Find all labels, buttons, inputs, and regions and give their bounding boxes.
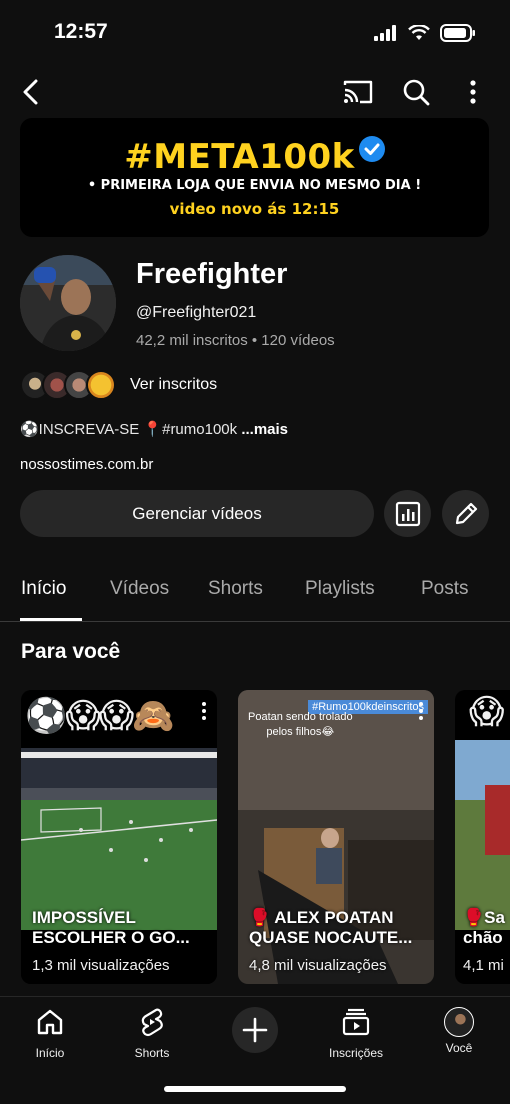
nav-home-label: Início: [35, 1046, 65, 1060]
manage-videos-button[interactable]: Gerenciar vídeos: [20, 490, 374, 537]
nav-you-label: Você: [445, 1041, 473, 1055]
card-menu-button[interactable]: [418, 702, 424, 722]
signal-icon: [374, 25, 396, 41]
nav-shorts[interactable]: Shorts: [107, 1007, 197, 1060]
card-views: 4,8 mil visualizações: [249, 957, 387, 974]
active-tab-indicator: [20, 618, 82, 621]
video-count: 120 vídeos: [261, 332, 335, 349]
banner-line3: video novo ás 12:15: [169, 200, 340, 218]
avatar-icon: [444, 1007, 474, 1037]
tab-videos[interactable]: Vídeos: [110, 578, 169, 600]
search-button[interactable]: [396, 72, 436, 112]
banner-title: #META100k: [20, 136, 489, 177]
channel-name: Freefighter: [136, 258, 288, 290]
see-subscribers-row[interactable]: Ver inscritos: [20, 368, 217, 402]
card-title: 🥊 ALEX POATAN QUASE NOCAUTE...: [249, 908, 413, 947]
home-icon: [37, 1009, 63, 1035]
back-arrow-icon: [23, 79, 38, 105]
app-header: [0, 64, 510, 118]
nav-subscriptions-label: Inscrições: [328, 1046, 384, 1060]
card-views: 1,3 mil visualizações: [32, 957, 170, 974]
tab-posts[interactable]: Posts: [421, 578, 469, 600]
home-indicator: [164, 1086, 346, 1092]
subscriptions-icon: [342, 1008, 370, 1036]
pencil-icon: [455, 502, 477, 524]
channel-stats: 42,2 mil inscritos • 120 vídeos: [136, 332, 335, 349]
channel-handle: @Freefighter021: [136, 304, 257, 321]
card-emoji: 😱: [469, 693, 505, 731]
short-card[interactable]: 😱 🥊Sa chão 4,1 mi: [455, 690, 510, 984]
search-icon: [403, 79, 430, 106]
section-title: Para você: [21, 640, 121, 663]
nav-you[interactable]: Você: [414, 1007, 504, 1055]
more-vertical-icon: [470, 80, 476, 104]
more-link[interactable]: ...mais: [241, 421, 288, 438]
cast-icon: [343, 80, 373, 104]
banner-title-text: #META100k: [124, 137, 355, 177]
nav-create[interactable]: [210, 1007, 300, 1053]
description-text: ⚽INSCREVA-SE 📍#rumo100k: [20, 421, 238, 438]
tab-inicio[interactable]: Início: [21, 578, 66, 600]
status-time: 12:57: [54, 20, 108, 43]
channel-tabs: Início Vídeos Shorts Playlists Posts: [0, 560, 510, 622]
status-bar: 12:57: [0, 0, 510, 64]
avatar-image: [20, 255, 116, 351]
nav-subscriptions[interactable]: Inscrições: [311, 1007, 401, 1060]
shorts-icon: [141, 1008, 163, 1037]
more-options-button[interactable]: [453, 72, 493, 112]
banner-line2: PRIMEIRA LOJA QUE ENVIA NO MESMO DIA !: [100, 178, 422, 193]
nav-home[interactable]: Início: [5, 1007, 95, 1060]
create-button-circle: [232, 1007, 278, 1053]
back-button[interactable]: [11, 72, 51, 112]
card-emoji-caption: ⚽😱😱🙈: [25, 697, 175, 735]
status-icons: [374, 24, 476, 42]
battery-icon: [440, 24, 475, 42]
card-views: 4,1 mi: [463, 957, 504, 974]
see-subscribers-label: Ver inscritos: [130, 376, 218, 393]
edit-channel-button[interactable]: [442, 490, 489, 537]
tab-shorts[interactable]: Shorts: [208, 578, 263, 600]
plus-icon: [242, 1017, 268, 1043]
wifi-icon: [408, 25, 430, 40]
nav-shorts-label: Shorts: [134, 1046, 170, 1060]
cast-button[interactable]: [338, 72, 378, 112]
card-title: IMPOSSÍVEL ESCOLHER O GO...: [32, 908, 190, 947]
tab-playlists[interactable]: Playlists: [305, 578, 375, 600]
card-menu-button[interactable]: [201, 702, 207, 722]
banner-subtitle: • PRIMEIRA LOJA QUE ENVIA NO MESMO DIA !: [87, 178, 422, 193]
card-title: 🥊Sa chão: [463, 908, 505, 947]
channel-description[interactable]: ⚽INSCREVA-SE 📍#rumo100k ...mais: [20, 420, 288, 438]
card-overlay-text: Poatan sendo trolado pelos filhos😂: [248, 711, 353, 738]
stats-separator: •: [251, 332, 262, 349]
short-card[interactable]: #Rumo100kdeinscritos Poatan sendo trolad…: [238, 690, 434, 984]
analytics-button[interactable]: [384, 490, 431, 537]
subscriber-count: 42,2 mil inscritos: [136, 332, 248, 349]
channel-banner[interactable]: #META100k • PRIMEIRA LOJA QUE ENVIA NO M…: [20, 118, 489, 237]
channel-link[interactable]: nossostimes.com.br: [20, 456, 153, 473]
short-card[interactable]: ⚽😱😱🙈 IMPOSSÍVEL ESCOLHER O GO... 1,3 mil…: [21, 690, 217, 984]
subscriber-avatar: [86, 370, 116, 400]
verified-check-icon: [358, 136, 385, 162]
analytics-icon: [395, 501, 420, 526]
channel-avatar[interactable]: [20, 255, 116, 351]
